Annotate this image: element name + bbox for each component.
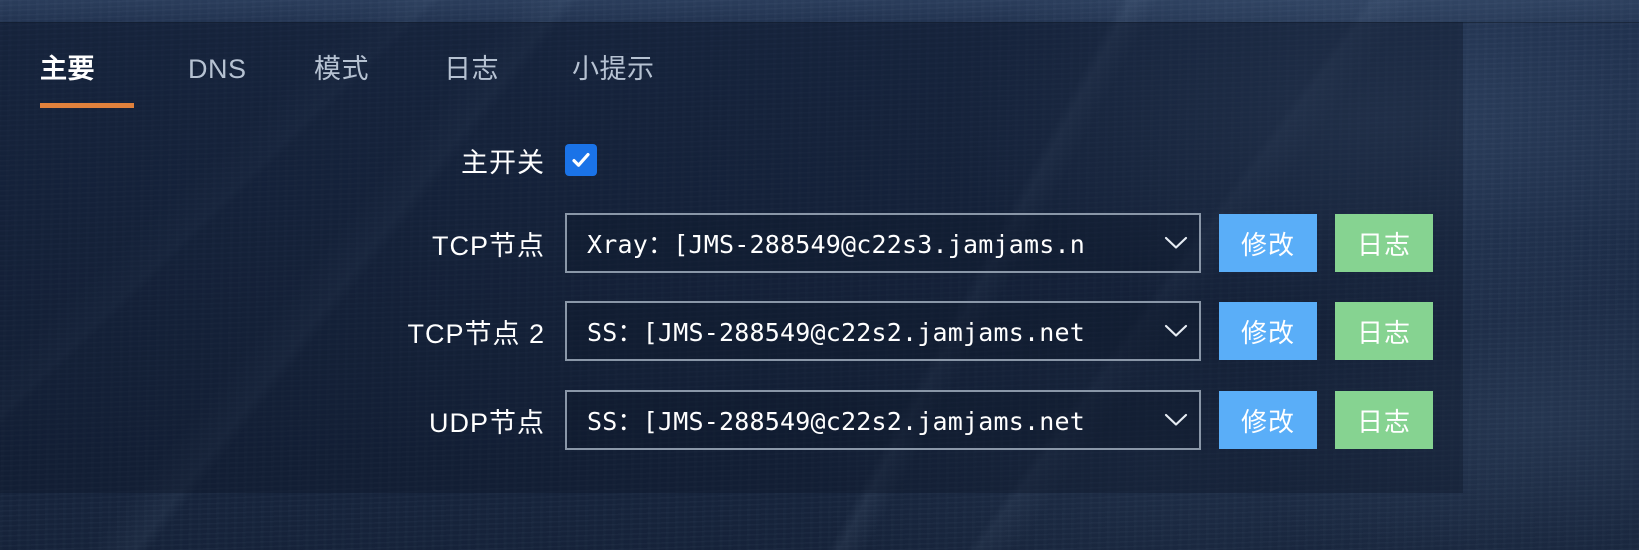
tcp-node-1-label: TCP节点 <box>432 230 545 261</box>
tab-tips[interactable]: 小提示 <box>572 46 655 92</box>
udp-node-log-button[interactable]: 日志 <box>1335 391 1433 449</box>
tcp-node-2-label: TCP节点 2 <box>407 318 545 349</box>
app-window: 主要 DNS 模式 日志 小提示 主开关 TCP节点 Xray：[JMS-288… <box>0 0 1639 550</box>
tcp-node-1-log-button[interactable]: 日志 <box>1335 214 1433 272</box>
tab-main[interactable]: 主要 <box>40 46 95 92</box>
tcp-node-2-edit-button[interactable]: 修改 <box>1219 302 1317 360</box>
master-switch-row: 主开关 <box>0 130 1463 190</box>
tab-dns[interactable]: DNS <box>188 46 247 92</box>
chevron-down-icon <box>1153 413 1199 427</box>
active-tab-indicator <box>40 103 134 108</box>
tab-bar: 主要 DNS 模式 日志 小提示 <box>0 46 1463 108</box>
udp-node-label: UDP节点 <box>428 407 545 438</box>
chevron-down-icon <box>1153 236 1199 250</box>
check-icon <box>572 153 590 167</box>
master-switch-checkbox[interactable] <box>565 144 597 176</box>
tcp-node-2-value: SS：[JMS-288549@c22s2.jamjams.net <box>587 318 1085 347</box>
tcp-node-2-row: TCP节点 2 SS：[JMS-288549@c22s2.jamjams.net… <box>0 301 1463 361</box>
tab-log[interactable]: 日志 <box>444 46 499 92</box>
tcp-node-2-select[interactable]: SS：[JMS-288549@c22s2.jamjams.net <box>565 301 1201 361</box>
tcp-node-1-select[interactable]: Xray：[JMS-288549@c22s3.jamjams.n <box>565 213 1201 273</box>
udp-node-row: UDP节点 SS：[JMS-288549@c22s2.jamjams.net 修… <box>0 390 1463 450</box>
chevron-down-icon <box>1153 324 1199 338</box>
udp-node-value: SS：[JMS-288549@c22s2.jamjams.net <box>587 407 1085 436</box>
tcp-node-2-log-button[interactable]: 日志 <box>1335 302 1433 360</box>
window-top-strip <box>0 0 1639 23</box>
tcp-node-1-edit-button[interactable]: 修改 <box>1219 214 1317 272</box>
tcp-node-1-value: Xray：[JMS-288549@c22s3.jamjams.n <box>587 230 1085 259</box>
tab-mode[interactable]: 模式 <box>314 46 369 92</box>
tcp-node-1-row: TCP节点 Xray：[JMS-288549@c22s3.jamjams.n 修… <box>0 213 1463 273</box>
master-switch-label: 主开关 <box>461 147 545 178</box>
udp-node-edit-button[interactable]: 修改 <box>1219 391 1317 449</box>
udp-node-select[interactable]: SS：[JMS-288549@c22s2.jamjams.net <box>565 390 1201 450</box>
